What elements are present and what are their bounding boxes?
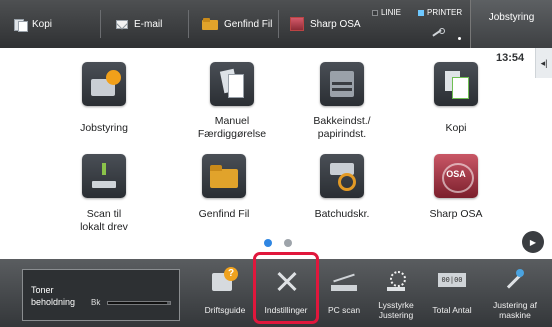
machine-adjust-label: Justering af maskine bbox=[493, 300, 537, 320]
tile-manuel-faerdiggorelse[interactable]: Manuel Færdiggørelse bbox=[182, 62, 282, 141]
tab-genfind-fil[interactable]: Genfind Fil bbox=[202, 0, 272, 48]
driftsguide-button[interactable]: Driftsguide bbox=[192, 259, 258, 327]
top-bar: Kopi E-mail Genfind Fil Sharp OSA LINIE … bbox=[0, 0, 552, 48]
tile-sharp-osa[interactable]: Sharp OSA bbox=[406, 154, 506, 221]
tile-kopi[interactable]: Kopi bbox=[406, 62, 506, 135]
brightness-label: Lysstyrke Justering bbox=[378, 300, 414, 320]
line-indicator bbox=[372, 9, 378, 16]
page-dot[interactable] bbox=[284, 239, 292, 247]
manual-finishing-icon bbox=[210, 62, 254, 106]
play-icon: ▶ bbox=[529, 237, 537, 247]
tab-divider bbox=[278, 10, 279, 38]
toner-level-fill bbox=[108, 302, 167, 304]
brightness-button[interactable]: Lysstyrke Justering bbox=[368, 259, 424, 327]
line-status: LINIE bbox=[372, 8, 401, 17]
job-status-label: Jobstyring bbox=[488, 12, 535, 23]
total-count-icon bbox=[437, 267, 467, 295]
driftsguide-label: Driftsguide bbox=[204, 305, 246, 315]
mail-icon bbox=[116, 19, 128, 29]
page-indicator bbox=[264, 239, 292, 247]
tile-label-line: Scan til lokalt drev bbox=[80, 208, 128, 233]
tray-settings-icon bbox=[320, 62, 364, 106]
side-panel-toggle[interactable]: ◂| bbox=[535, 48, 552, 78]
tile-label-line: Bakkeindst./ papirindst. bbox=[313, 115, 371, 140]
tab-kopi[interactable]: Kopi bbox=[14, 0, 52, 48]
operation-guide-icon bbox=[210, 267, 240, 295]
tab-kopi-label: Kopi bbox=[32, 18, 53, 30]
brightness-icon bbox=[381, 267, 411, 295]
tile-bakkeindst[interactable]: Bakkeindst./ papirindst. bbox=[292, 62, 392, 141]
machine-adjust-icon bbox=[500, 267, 530, 295]
machine-adjust-button[interactable]: Justering af maskine bbox=[480, 259, 550, 327]
tab-sharp-osa[interactable]: Sharp OSA bbox=[290, 0, 361, 48]
tile-label: Bakkeindst./ papirindst. bbox=[292, 115, 392, 141]
tile-label: Manuel Færdiggørelse bbox=[182, 115, 282, 141]
pc-scan-button[interactable]: PC scan bbox=[318, 259, 370, 327]
page-dot-active[interactable] bbox=[264, 239, 272, 247]
line-status-label: LINIE bbox=[381, 8, 402, 17]
printer-status-label: PRINTER bbox=[427, 8, 463, 17]
tile-label: Jobstyring bbox=[80, 122, 128, 134]
tab-genfind-fil-label: Genfind Fil bbox=[224, 18, 273, 30]
tile-label: Kopi bbox=[445, 122, 467, 134]
tile-genfind-fil[interactable]: Genfind Fil bbox=[174, 154, 274, 221]
toner-bk-label: Bk bbox=[91, 298, 101, 307]
scan-to-local-drive-icon bbox=[82, 154, 126, 198]
pc-scan-icon bbox=[329, 267, 359, 295]
tile-scan-til-lokalt-drev[interactable]: Scan til lokalt drev bbox=[54, 154, 154, 234]
next-page-button[interactable]: ▶ bbox=[522, 231, 544, 253]
toner-level-bar bbox=[107, 301, 171, 305]
tab-divider bbox=[188, 10, 189, 38]
tile-label: Batchudskr. bbox=[314, 208, 370, 220]
pc-scan-label: PC scan bbox=[327, 305, 361, 315]
printer-indicator bbox=[418, 9, 424, 16]
tile-jobstyring[interactable]: Jobstyring bbox=[54, 62, 154, 135]
tab-email-label: E-mail bbox=[134, 18, 163, 30]
status-dot bbox=[458, 37, 461, 40]
tile-label: Scan til lokalt drev bbox=[54, 208, 154, 234]
tab-sharp-osa-label: Sharp OSA bbox=[310, 18, 361, 30]
osa-icon bbox=[290, 17, 304, 31]
folder-icon bbox=[202, 18, 218, 30]
highlight-frame bbox=[253, 252, 319, 324]
tab-divider bbox=[100, 10, 101, 38]
tile-batchudskr[interactable]: Batchudskr. bbox=[292, 154, 392, 221]
tile-label-line: Manuel Færdiggørelse bbox=[197, 115, 267, 140]
wrench-icon bbox=[430, 28, 445, 38]
toner-status: Toner beholdning Bk bbox=[22, 269, 180, 321]
job-status-icon bbox=[82, 62, 126, 106]
copy-icon bbox=[434, 62, 478, 106]
sharp-osa-icon bbox=[434, 154, 478, 198]
printer-status: PRINTER bbox=[418, 8, 462, 17]
batch-print-icon bbox=[320, 154, 364, 198]
chevron-left-icon: ◂| bbox=[540, 57, 548, 68]
tile-label: Sharp OSA bbox=[429, 208, 483, 220]
copy-icon bbox=[14, 18, 28, 32]
toner-label: Toner beholdning bbox=[31, 285, 76, 307]
total-antal-label: Total Antal bbox=[432, 305, 472, 315]
total-antal-button[interactable]: Total Antal bbox=[424, 259, 480, 327]
job-status-button[interactable]: Jobstyring bbox=[470, 0, 552, 48]
tile-label: Genfind Fil bbox=[198, 208, 250, 220]
tab-email[interactable]: E-mail bbox=[116, 0, 162, 48]
file-retrieve-icon bbox=[202, 154, 246, 198]
